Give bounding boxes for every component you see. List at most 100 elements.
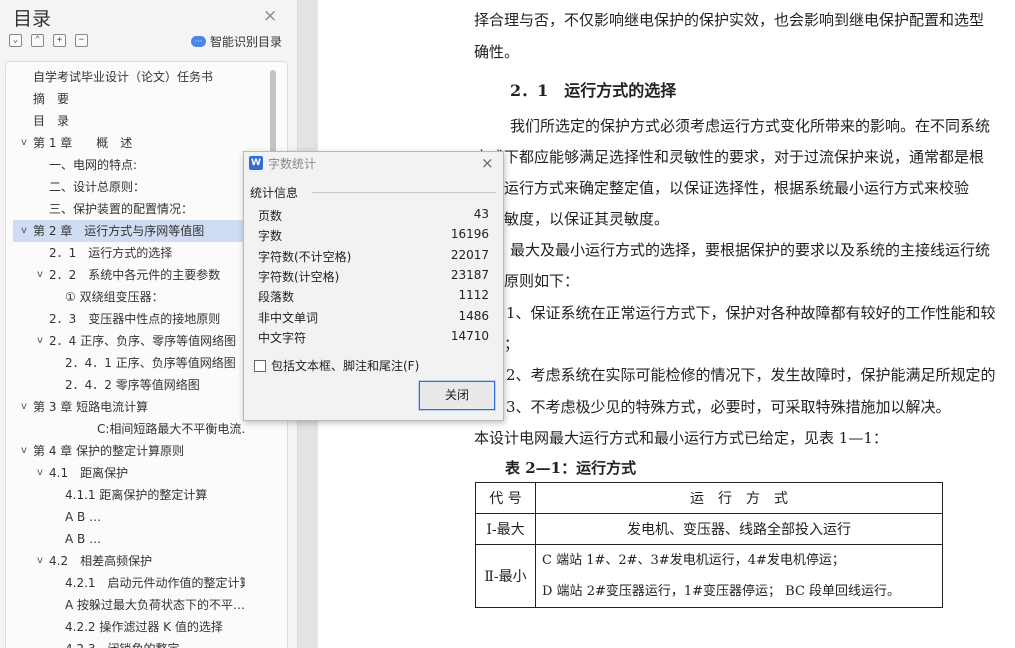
stat-row: 字符数(计空格) 23187 [258, 268, 489, 286]
toc-item[interactable]: v第 4 章 保护的整定计算原则 [13, 440, 245, 462]
body-text-line: 方式下都应能够满足选择性和灵敏性的要求，对于过流保护来说，通常都是根 [474, 148, 985, 166]
toc-item[interactable]: v第 1 章 概 述 [13, 132, 245, 154]
wps-writer-icon: W [249, 156, 263, 170]
section-heading: 2．1 运行方式的选择 [510, 81, 677, 100]
toc-item-label: 4.1.1 距离保护的整定计算 [65, 488, 208, 502]
toc-item-label: 2．3 变压器中性点的接地原则 [49, 312, 221, 326]
stat-row: 中文字符 14710 [258, 329, 489, 347]
toc-item[interactable]: A B … [13, 528, 245, 550]
include-notes-checkbox[interactable]: 包括文本框、脚注和尾注(F) [254, 357, 419, 374]
chevron-down-icon[interactable]: v [33, 330, 47, 352]
toc-item[interactable]: v 4.1 距离保护 [13, 462, 245, 484]
toc-item-label: A 按躲过最大负荷状态下的不平… [65, 598, 245, 612]
body-text-line: 我们所选定的保护方式必须考虑运行方式变化所带来的影响。在不同系统 [510, 117, 991, 135]
stat-label: 字符数(不计空格) [258, 249, 352, 264]
body-text-line: 本设计电网最大运行方式和最小运行方式已给定，见表 1—1： [474, 429, 888, 447]
dialog-close-icon[interactable]: × [481, 154, 494, 172]
chevron-down-icon[interactable]: v [17, 220, 31, 242]
table-cell-line: C 端站 1#、2#、3#发电机运行，4#发电机停运； [542, 553, 845, 568]
expand-all-icon[interactable]: ⌄ [9, 34, 22, 47]
toc-item-label: ① 双绕组变压器： [65, 290, 164, 304]
toc-item[interactable]: A B … [13, 506, 245, 528]
stat-row: 页数 43 [258, 207, 489, 225]
chevron-down-icon[interactable]: v [17, 440, 31, 462]
toc-item[interactable]: 一、电网的特点: [13, 154, 245, 176]
table-caption: 表 2—1：运行方式 [505, 459, 637, 477]
toc-item-label: 2．4．1 正序、负序等值网络图 [65, 356, 236, 370]
toc-item[interactable]: v 4.2 相差高频保护 [13, 550, 245, 572]
stat-label: 字数 [258, 229, 283, 244]
stat-row: 非中文单词 1486 [258, 309, 489, 327]
stat-label: 字符数(计空格) [258, 269, 340, 284]
toc-item-label: 4.2 相差高频保护 [49, 554, 153, 568]
toc-item[interactable]: 目 录 [13, 110, 245, 132]
toc-close-icon[interactable]: × [263, 6, 277, 26]
chevron-down-icon[interactable]: v [17, 132, 31, 154]
body-text-line: 择合理与否，不仅影响继电保护的保护实效，也会影响到继电保护配置和选型 [474, 11, 985, 29]
body-text-line: 最大运行方式来确定整定值，以保证选择性，根据系统最小运行方式来校验 [474, 179, 970, 197]
table-row: Ⅱ-最小 C 端站 1#、2#、3#发电机运行，4#发电机停运； D 端站 2#… [475, 544, 943, 608]
word-count-dialog: W 字数统计 × 统计信息 包括文本框、脚注和尾注(F) 关闭 页数 43 字数 16… [243, 151, 504, 421]
smart-toc-label: 智能识别目录 [210, 35, 283, 49]
toc-item-label: 4.2.1 启动元件动作值的整定计算 [65, 576, 245, 590]
section-divider [312, 192, 496, 193]
collapse-all-icon[interactable]: ⌃ [31, 34, 44, 47]
toc-item[interactable]: 摘 要 [13, 88, 245, 110]
toc-item-label: 2．1 运行方式的选择 [49, 246, 173, 260]
toc-item-label: 4.2.2 操作滤过器 K 值的选择 [65, 620, 223, 634]
stat-row: 字符数(不计空格) 22017 [258, 248, 489, 266]
toc-item-label: 第 3 章 短路电流计算 [33, 400, 149, 414]
table-row: 代 号 运 行 方 式 [475, 482, 943, 514]
dialog-title: 字数统计 [268, 157, 317, 171]
toc-item[interactable]: 4.2.2 操作滤过器 K 值的选择 [13, 616, 245, 638]
table-cell-line: D 端站 2#变压器运行，1#变压器停运； BC 段单回线运行。 [542, 584, 901, 599]
toc-item[interactable]: 4.1.1 距离保护的整定计算 [13, 484, 245, 506]
checkbox-box[interactable] [254, 359, 266, 372]
chevron-down-icon[interactable]: v [33, 550, 47, 572]
remove-heading-icon[interactable]: − [75, 34, 88, 47]
toc-toolbar: ⌄ ⌃ + − [9, 34, 88, 47]
toc-item[interactable]: 三、保护装置的配置情况： [13, 198, 245, 220]
toc-item[interactable]: 2．4．2 零序等值网络图 [13, 374, 245, 396]
toc-item-label: 一、电网的特点: [49, 158, 138, 172]
checkbox-label: 包括文本框、脚注和尾注(F) [271, 359, 420, 373]
table-cell: C 端站 1#、2#、3#发电机运行，4#发电机停运； D 端站 2#变压器运行… [535, 544, 943, 608]
operation-mode-table: 代 号 运 行 方 式 Ⅰ-最大 发电机、变压器、线路全部投入运行 Ⅱ-最小 C… [475, 482, 943, 608]
toc-item[interactable]: 2．3 变压器中性点的接地原则 [13, 308, 245, 330]
table-cell: Ⅱ-最小 [475, 544, 536, 608]
toc-item[interactable]: C:相间短路最大不平衡电流… [13, 418, 245, 440]
stat-value: 43 [473, 207, 489, 221]
body-text-line: 1、保证系统在正常运行方式下，保护对各种故障都有较好的工作性能和较 [506, 304, 996, 322]
table-cell: 发电机、变压器、线路全部投入运行 [535, 513, 943, 545]
toc-item[interactable]: 4.2.1 启动元件动作值的整定计算 [13, 572, 245, 594]
toc-item[interactable]: 2．1 运行方式的选择 [13, 242, 245, 264]
table-header-cell: 运 行 方 式 [535, 482, 943, 514]
chevron-down-icon[interactable]: v [33, 462, 47, 484]
smart-toc-button[interactable]: ··· 智能识别目录 [191, 33, 282, 50]
toc-item[interactable]: 2．4．1 正序、负序等值网络图 [13, 352, 245, 374]
toc-item-label: 第 1 章 概 述 [33, 136, 133, 150]
stat-value: 14710 [450, 328, 489, 343]
toc-item[interactable]: ① 双绕组变压器： [13, 286, 245, 308]
stat-label: 段落数 [258, 290, 295, 305]
toc-item[interactable]: v 2．2 系统中各元件的主要参数 [13, 264, 245, 286]
toc-item[interactable]: v第 2 章 运行方式与序网等值图 [13, 220, 245, 242]
toc-item[interactable]: 二、设计总原则： [13, 176, 245, 198]
add-heading-icon[interactable]: + [53, 34, 66, 47]
close-button[interactable]: 关闭 [418, 380, 496, 411]
chevron-down-icon[interactable]: v [17, 396, 31, 418]
chevron-down-icon[interactable]: v [33, 264, 47, 286]
body-text-line: 最大及最小运行方式的选择，要根据保护的要求以及系统的主接线运行统 [510, 241, 991, 259]
toc-item[interactable]: v第 3 章 短路电流计算 [13, 396, 245, 418]
toc-item[interactable]: 自学考试毕业设计（论文）任务书 [13, 66, 245, 88]
stat-value: 23187 [450, 267, 489, 282]
toc-item-label: A B … [65, 532, 102, 546]
toc-item-label: 三、保护装置的配置情况： [49, 202, 194, 216]
table-header-cell: 代 号 [475, 482, 536, 514]
toc-item[interactable]: 4.2.3 闭锁角的整定 [13, 638, 245, 648]
toc-item[interactable]: A 按躲过最大负荷状态下的不平… [13, 594, 245, 616]
toc-item[interactable]: v 2．4 正序、负序、零序等值网络图 [13, 330, 245, 352]
stat-row: 段落数 1112 [258, 288, 489, 306]
toc-item-label: 第 2 章 运行方式与序网等值图 [33, 224, 205, 238]
stat-value: 22017 [450, 247, 489, 262]
